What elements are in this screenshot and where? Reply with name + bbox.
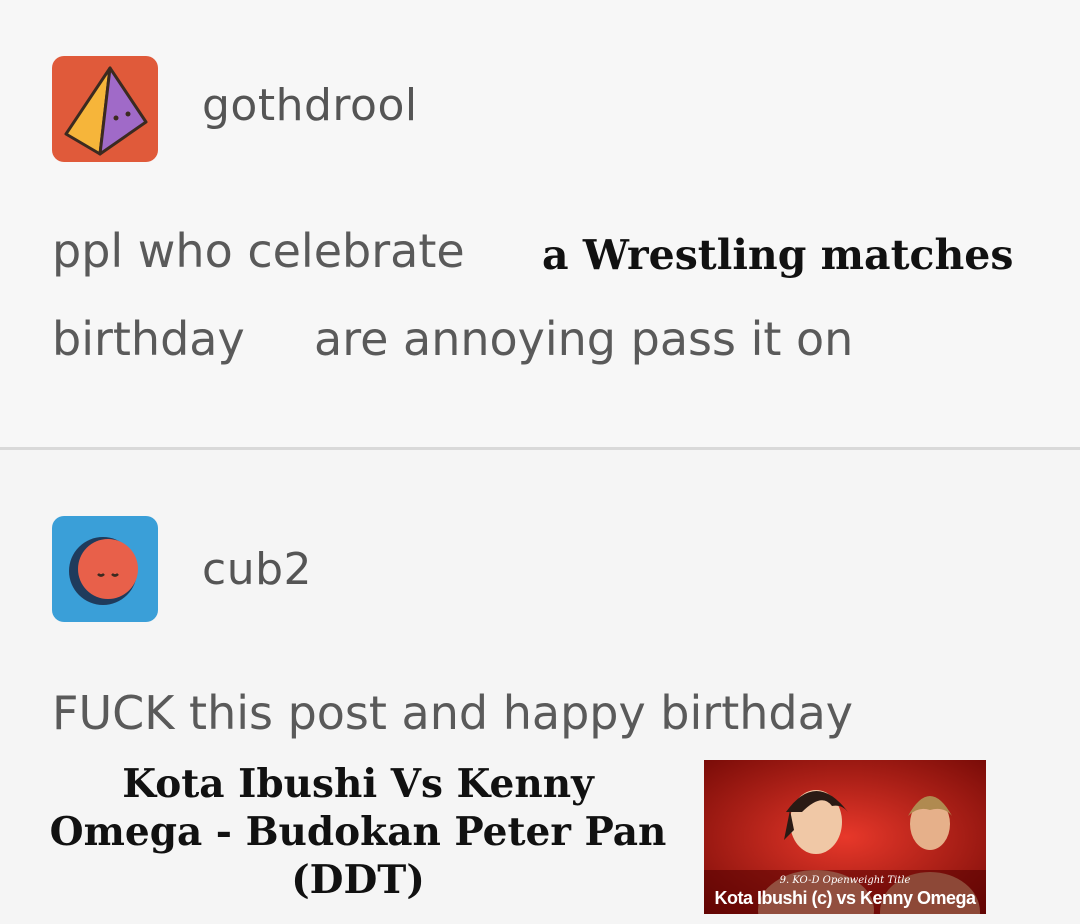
overlay-text-wrestling: a Wrestling matches	[542, 231, 1014, 279]
avatar-cub2[interactable]	[52, 516, 158, 622]
post-gothdrool: gothdrool ppl who celebrate a Wrestling …	[0, 0, 1080, 447]
post-text-line2a: birthday	[52, 312, 245, 366]
moon-face-icon	[52, 516, 158, 622]
match-poster-image: 9. KO-D Openweight Title Kota Ibushi (c)…	[704, 760, 986, 914]
avatar-gothdrool[interactable]	[52, 56, 158, 162]
poster-subtitle: 9. KO-D Openweight Title	[779, 875, 911, 886]
poster-title: Kota Ibushi (c) vs Kenny Omega	[714, 888, 976, 908]
caption-match-title: Kota Ibushi Vs Kenny Omega - Budokan Pet…	[49, 761, 667, 903]
username-gothdrool[interactable]: gothdrool	[202, 80, 418, 131]
post-text-line1: ppl who celebrate	[52, 224, 465, 278]
username-cub2[interactable]: cub2	[202, 544, 312, 595]
post-text-line2b: are annoying pass it on	[314, 312, 854, 366]
pyramid-icon	[52, 56, 158, 162]
post-text-cub2: FUCK this post and happy birthday	[52, 686, 854, 740]
